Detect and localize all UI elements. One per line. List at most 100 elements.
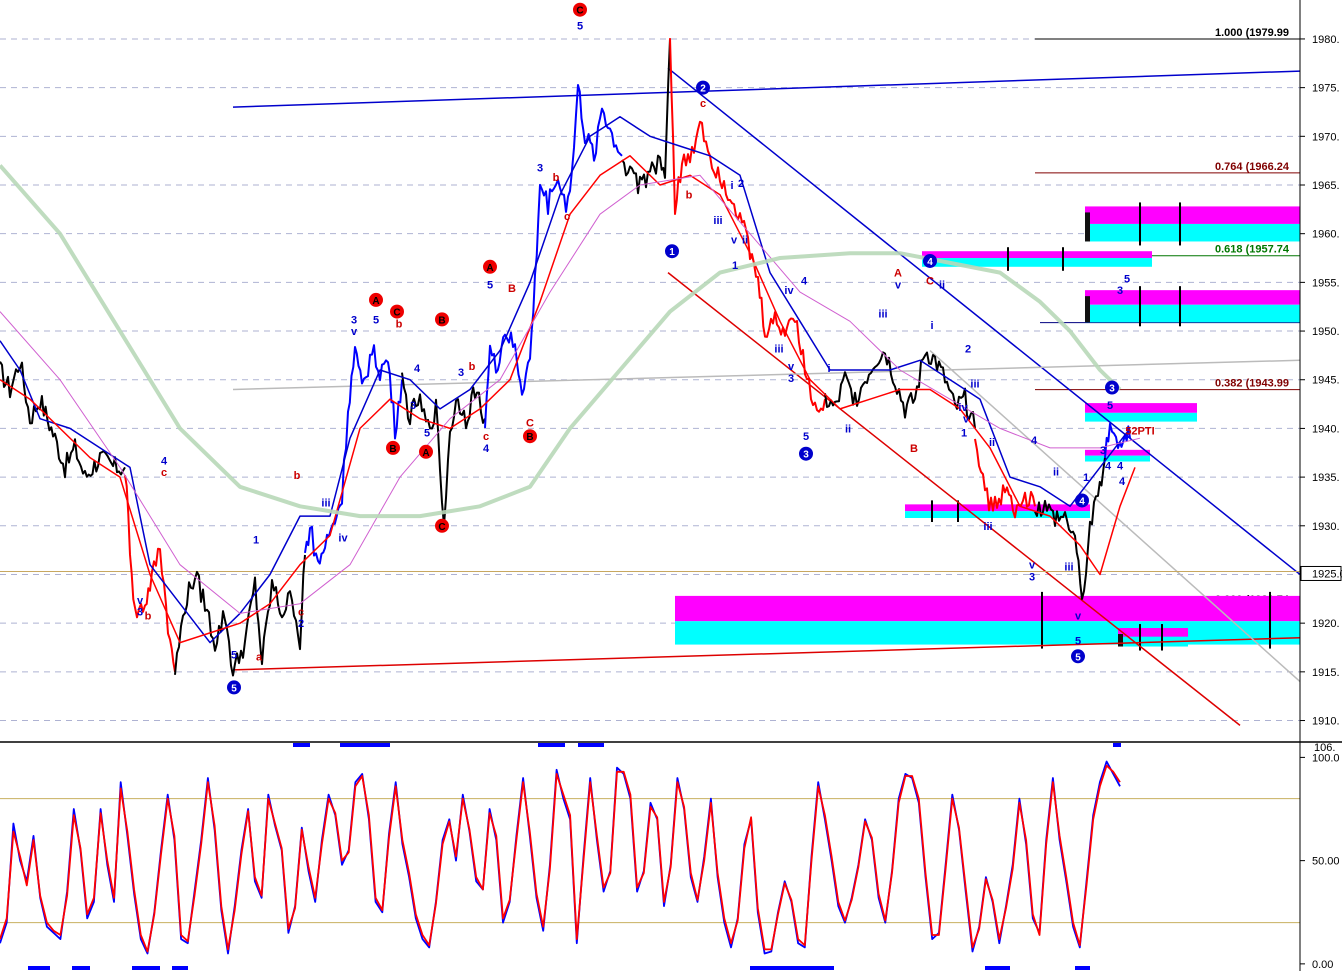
wave-label: 5: [231, 683, 237, 694]
bottom-marker: [792, 966, 834, 970]
zone-marker: [1085, 296, 1090, 323]
wave-label: 1: [1083, 472, 1089, 484]
cyan-zone: [1085, 412, 1197, 422]
wave-label: iii: [774, 344, 783, 356]
wave-label: c: [161, 467, 167, 479]
wave-label: 4: [801, 275, 808, 287]
price-tick-label: 1980.: [1312, 34, 1340, 46]
wave-label: 4: [1031, 435, 1038, 447]
wave-label: v: [895, 279, 902, 291]
bottom-marker: [985, 966, 1010, 970]
wave-label: 3: [410, 400, 416, 412]
wave-label: b: [145, 610, 152, 622]
osc-top-label: 106.: [1314, 742, 1335, 754]
wave-label: 3: [788, 373, 794, 385]
chart-background: [0, 0, 1342, 971]
wave-label: B: [438, 315, 445, 326]
wave-label: 5: [1075, 636, 1081, 648]
wave-label: 3: [458, 367, 464, 379]
wave-label: B: [389, 444, 396, 455]
wave-label: 1: [669, 247, 675, 258]
wave-label: c: [564, 211, 570, 223]
wave-label: 3: [1029, 571, 1035, 583]
price-tick-label: 1915.: [1312, 667, 1340, 679]
wave-label: B: [526, 432, 533, 443]
wave-label: 4: [483, 443, 490, 455]
wave-label: 1: [732, 260, 738, 272]
wave-label: 4: [927, 257, 933, 268]
wave-label: iii: [321, 497, 330, 509]
wave-label: 2: [298, 618, 304, 630]
price-tick-label: 1930.: [1312, 521, 1340, 533]
price-tick-label: 1945.: [1312, 375, 1340, 387]
wave-label: i: [827, 363, 830, 375]
wave-label: v: [137, 595, 144, 607]
top-marker: [293, 743, 310, 747]
wave-label: C: [576, 6, 583, 17]
wave-label: C: [393, 308, 400, 319]
elliott-wave-chart: 1.000 (1979.99 0.764 (1966.24 0.618 (1957.…: [0, 0, 1342, 971]
wave-label: ii: [989, 437, 995, 449]
osc-tick-label: 50.00: [1312, 856, 1340, 868]
wave-label: iv: [958, 402, 968, 414]
wave-label: b: [294, 470, 301, 482]
osc-tick-label: 0.00: [1312, 959, 1333, 971]
wave-label: iii: [713, 215, 722, 227]
bottom-marker: [28, 966, 50, 970]
wave-label: ii: [1053, 466, 1059, 478]
wave-label: 4: [161, 456, 168, 468]
wave-label: v: [351, 326, 358, 338]
bottom-marker: [750, 966, 792, 970]
wave-label: 5: [231, 649, 237, 661]
magenta-zone: [1118, 628, 1188, 637]
wave-label: 3: [1109, 384, 1115, 395]
wave-label: 5: [803, 431, 809, 443]
wave-label: b: [469, 361, 476, 373]
wave-label: C: [438, 522, 445, 533]
wave-label: 4: [1079, 496, 1085, 507]
magenta-zone: [1085, 403, 1197, 413]
wave-label: ii: [845, 423, 851, 435]
price-tick-label: 1960.: [1312, 229, 1340, 241]
wave-label: v: [1029, 560, 1036, 572]
osc-tick-label: 100.0: [1312, 752, 1340, 764]
top-marker: [1113, 743, 1121, 747]
wave-label: 5: [1107, 400, 1113, 412]
price-tick-label: 1975.: [1312, 83, 1340, 95]
wave-label: A: [422, 448, 429, 459]
bottom-marker: [72, 966, 90, 970]
wave-label: B: [508, 283, 516, 295]
wave-label: 4: [1105, 460, 1112, 472]
wave-label: A: [894, 268, 902, 280]
wave-label: 3: [803, 450, 809, 461]
bottom-marker: [172, 966, 188, 970]
wave-label: b: [553, 172, 560, 184]
wave-label: 3: [137, 606, 143, 618]
wave-label: c: [700, 98, 706, 110]
fib-level-label: 0.382 (1943.99: [1215, 378, 1289, 390]
price-tick-label: 1965.: [1312, 180, 1340, 192]
wave-label: b: [396, 318, 403, 330]
wave-label: iv: [784, 285, 794, 297]
wave-label: A: [372, 296, 379, 307]
current-price-label: 1925.0: [1312, 568, 1342, 580]
top-marker: [578, 743, 604, 747]
fib-level-label: 1.000 (1979.99: [1215, 27, 1289, 39]
wave-label: iv: [338, 532, 348, 544]
wave-label: v: [963, 414, 970, 426]
wave-label: a: [256, 651, 263, 663]
zone-marker: [1118, 634, 1123, 647]
wave-label: 5: [373, 314, 379, 326]
wave-label: A: [486, 263, 493, 274]
wave-label: 5: [1075, 652, 1081, 663]
bottom-marker: [1075, 966, 1090, 970]
wave-label: 1: [253, 534, 259, 546]
top-marker: [538, 743, 565, 747]
magenta-zone: [675, 595, 1300, 622]
wave-label: c: [298, 606, 304, 618]
wave-label: 2: [965, 344, 971, 356]
wave-label: 3: [1117, 285, 1123, 297]
zone-marker: [1085, 212, 1090, 242]
wave-label: C: [926, 275, 934, 287]
wave-label: B: [910, 443, 918, 455]
